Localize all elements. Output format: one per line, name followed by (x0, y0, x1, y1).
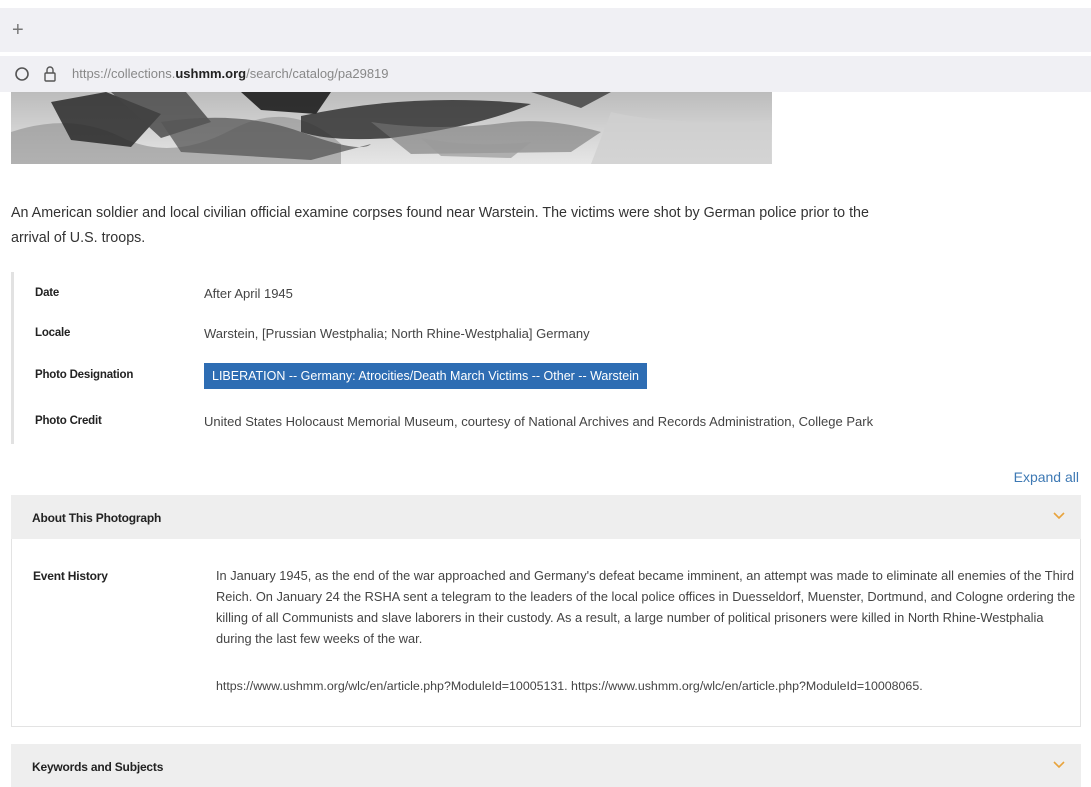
metadata-key: Locale (35, 327, 71, 339)
metadata-value: Warstein, [Prussian Westphalia; North Rh… (204, 326, 590, 341)
metadata-key: Photo Designation (35, 369, 134, 381)
accordion-title: About This Photograph (32, 511, 162, 525)
url-text[interactable]: https://collections.ushmm.org/search/cat… (72, 66, 389, 81)
chevron-down-icon[interactable] (1053, 511, 1065, 521)
metadata-key: Photo Credit (35, 415, 102, 427)
new-tab-button[interactable]: + (12, 20, 24, 40)
event-history-label: Event History (33, 569, 108, 583)
accordion-keywords-and-subjects[interactable]: Keywords and Subjects (11, 744, 1081, 787)
photo-designation-link[interactable]: LIBERATION -- Germany: Atrocities/Death … (204, 363, 647, 389)
event-history-links[interactable]: https://www.ushmm.org/wlc/en/article.php… (216, 679, 923, 693)
accordion-title: Keywords and Subjects (32, 760, 164, 774)
address-bar[interactable]: https://collections.ushmm.org/search/cat… (0, 56, 1091, 92)
metadata-row-photo-credit: Photo Credit United States Holocaust Mem… (14, 402, 1081, 442)
metadata-value: After April 1945 (204, 286, 293, 301)
accordion-about-this-photograph[interactable]: About This Photograph (11, 495, 1081, 539)
shield-icon[interactable] (14, 66, 30, 82)
photo-caption: An American soldier and local civilian o… (11, 205, 869, 246)
photograph-image (11, 92, 772, 164)
lock-icon[interactable] (42, 65, 58, 83)
metadata-value: United States Holocaust Memorial Museum,… (204, 414, 874, 429)
expand-all-link[interactable]: Expand all (1014, 469, 1079, 485)
metadata-table: Date After April 1945 Locale Warstein, [… (11, 272, 1081, 444)
metadata-row-date: Date After April 1945 (14, 274, 1081, 314)
accordion-body-about: Event History In January 1945, as the en… (11, 539, 1081, 727)
tab-strip: + (0, 8, 1091, 52)
metadata-key: Date (35, 287, 60, 299)
chevron-down-icon[interactable] (1053, 760, 1065, 770)
event-history-text: In January 1945, as the end of the war a… (216, 568, 1076, 646)
metadata-row-photo-designation: Photo Designation LIBERATION -- Germany:… (14, 356, 1081, 396)
photograph[interactable] (11, 92, 772, 164)
metadata-row-locale: Locale Warstein, [Prussian Westphalia; N… (14, 314, 1081, 354)
